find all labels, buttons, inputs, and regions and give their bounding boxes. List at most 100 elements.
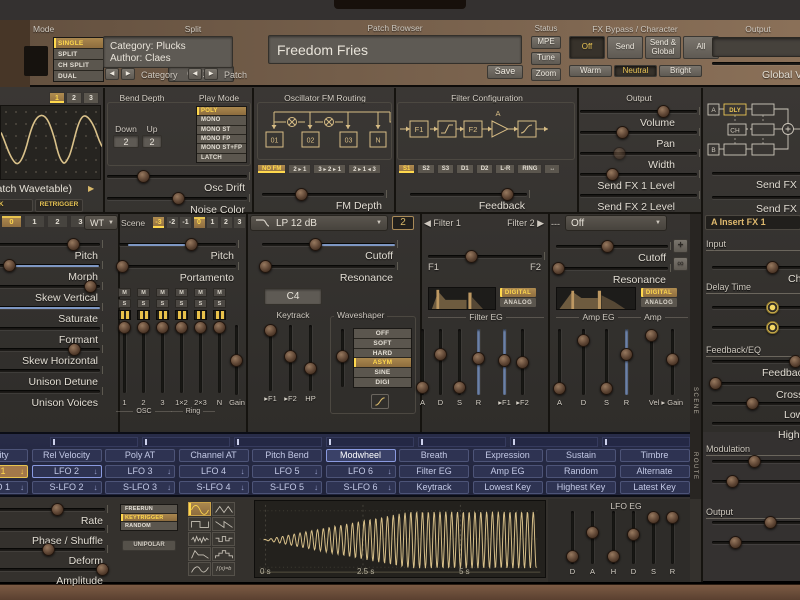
wavetable-name-row[interactable]: (Patch Wavetable) ▶ [0, 181, 101, 197]
slider-knob[interactable] [284, 350, 297, 363]
lfo-shape-triangle[interactable] [212, 502, 235, 516]
send-fx2-level-slider[interactable]: Send FX 2 Level [580, 189, 697, 213]
aeg-release-slider[interactable]: R [620, 329, 633, 395]
mod-source-cell[interactable]: Sustain [546, 449, 616, 462]
lfo-shape-formula[interactable]: ƒ(x)=b [212, 562, 235, 576]
mod-source-cell[interactable]: Timbre [620, 449, 690, 462]
mod-source-cell[interactable]: LFO 3↓ [105, 465, 175, 478]
extend-cutoff-button[interactable]: + [673, 239, 688, 253]
lfo-shape-saw[interactable] [212, 517, 235, 531]
scene-octave[interactable]: -1 [179, 216, 192, 229]
play-mode-option[interactable]: MONO [197, 116, 246, 124]
mixer-fader[interactable] [118, 323, 131, 393]
slider-knob[interactable] [729, 536, 742, 549]
lfo-eg-decay-slider[interactable]: D [627, 511, 640, 564]
slider-knob[interactable] [620, 348, 633, 361]
solo-button[interactable]: S [213, 299, 226, 308]
mod-source-cell[interactable]: Velocity [0, 449, 28, 462]
slider-knob[interactable] [726, 475, 739, 488]
slider-knob[interactable] [607, 550, 620, 563]
slider-knob[interactable] [51, 503, 64, 516]
filter-config-option[interactable]: S1 [398, 164, 415, 174]
slider-knob[interactable] [616, 126, 629, 139]
slider-knob[interactable] [172, 192, 185, 205]
slider-knob[interactable] [748, 455, 761, 468]
fx-delay-right-slider[interactable] [712, 321, 800, 345]
noise-color-slider[interactable]: Noise Color [107, 192, 247, 216]
filter1-type-dropdown[interactable]: LP 12 dB ▼ [250, 215, 388, 231]
osc-tab[interactable]: 2 [66, 92, 82, 104]
scene-octave[interactable]: -2 [166, 216, 179, 229]
lfo-shape-mseg[interactable] [188, 562, 211, 576]
slider-knob[interactable] [304, 362, 317, 375]
mod-source-cell[interactable]: Latest Key↓ [620, 481, 690, 494]
tab-scene[interactable]: SCENE [692, 372, 698, 430]
unipolar-button[interactable]: UNIPOLAR [122, 540, 176, 551]
mod-source-cell[interactable]: Pitch Bend [252, 449, 322, 462]
mixer-fader[interactable] [213, 323, 226, 393]
mute-button[interactable]: M [194, 288, 207, 297]
mod-source-cell[interactable]: Lowest Key↓ [473, 481, 543, 494]
link-resonance-button[interactable]: ∞ [673, 257, 688, 271]
osc-unison-voices-slider[interactable]: Unison Voices [0, 385, 100, 409]
osc-tabs[interactable]: 123 [49, 92, 99, 104]
bend-down-value[interactable]: 2 [113, 135, 139, 148]
slider-knob[interactable] [553, 382, 566, 395]
mod-amount-cell[interactable] [142, 437, 230, 447]
mod-amount-cell[interactable] [50, 437, 138, 447]
keytrack-f2-slider[interactable]: ▸F2 [284, 325, 297, 391]
solo-button[interactable]: S [175, 299, 188, 308]
send-fx2-return-slider[interactable]: Send FX 2 Return [712, 191, 800, 215]
filter-feedback-slider[interactable]: Feedback [410, 188, 527, 212]
vel-to-gain-slider[interactable] [645, 329, 658, 395]
solo-button[interactable]: S [137, 299, 150, 308]
slider-knob[interactable] [498, 354, 511, 367]
lfo-amplitude-slider[interactable]: Amplitude [0, 563, 105, 587]
mod-amount-cell[interactable] [418, 437, 506, 447]
prev-patch-button[interactable]: ◀ [188, 68, 202, 80]
fx-width-slider[interactable] [712, 536, 800, 560]
filter1-subtype[interactable]: 2 [392, 216, 414, 230]
fm-mode-option[interactable]: 2 ▸ 1 ◂ 3 [348, 164, 381, 174]
waveshaper-type-option[interactable]: HARD [354, 349, 411, 358]
slider-knob[interactable] [586, 526, 599, 539]
character-option[interactable]: Bright [659, 65, 702, 77]
gain-fader[interactable] [230, 325, 243, 395]
waveshaper-type-option[interactable]: SOFT [354, 339, 411, 348]
scene-octave[interactable]: 3 [233, 216, 246, 229]
filter-config-option[interactable]: S2 [417, 164, 434, 174]
slider-knob[interactable] [764, 516, 777, 529]
mode-list[interactable]: SINGLESPLITCH SPLITDUAL [53, 37, 104, 82]
feg-to-f1-slider[interactable]: ▸F1 [498, 329, 511, 395]
mod-source-cell[interactable]: Alternate↓ [620, 465, 690, 478]
mod-source-cell[interactable]: Random↓ [546, 465, 616, 478]
filter-balance-slider[interactable] [428, 250, 542, 274]
slider-knob[interactable] [116, 260, 129, 273]
mute-button[interactable]: M [137, 288, 150, 297]
mute-button[interactable]: M [175, 288, 188, 297]
fader-knob[interactable] [137, 321, 150, 334]
filter-config-row[interactable]: S1S2S3D1D2L-RRING↔ [398, 164, 560, 174]
lfo-shape-sample-hold[interactable] [212, 532, 235, 546]
status-buttons[interactable]: MPETuneZoom [531, 36, 561, 81]
waveshaper-type-option[interactable]: DIGI [354, 378, 411, 387]
osc-drift-slider[interactable]: Osc Drift [107, 170, 247, 194]
lfo-eg-attack-slider[interactable]: A [586, 511, 599, 564]
scene-pitch-slider[interactable]: Pitch [119, 238, 236, 262]
patch-name-box[interactable]: Freedom Fries [268, 35, 522, 64]
mute-button[interactable]: M [118, 288, 131, 297]
slider-knob[interactable] [766, 321, 779, 334]
filter-config-option[interactable]: D2 [476, 164, 494, 174]
slider-knob[interactable] [566, 550, 579, 563]
lfo-waveform-display[interactable]: 0 s 2.5 s 5 s [254, 500, 546, 578]
keytrack-button[interactable]: KEYTRACK [0, 199, 33, 212]
slider-knob[interactable] [336, 350, 349, 363]
fm-depth-slider[interactable]: FM Depth [262, 188, 384, 212]
amp-eg-digital-button[interactable]: DIGITAL [641, 288, 677, 297]
mute-button[interactable]: M [213, 288, 226, 297]
lfo-shape-envelope[interactable] [188, 547, 211, 561]
send-fx1-return-slider[interactable]: Send FX 1 Return [712, 167, 800, 191]
gain-eg-slider[interactable] [666, 329, 679, 395]
solo-button[interactable]: S [156, 299, 169, 308]
next-patch-button[interactable]: ▶ [204, 68, 218, 80]
